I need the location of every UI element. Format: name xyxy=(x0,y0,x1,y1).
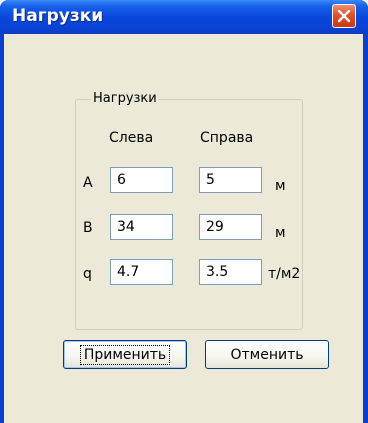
row-label-q: q xyxy=(83,266,92,282)
row-unit-b: м xyxy=(275,225,286,241)
q-left-input[interactable] xyxy=(110,259,173,285)
window-title: Нагрузки xyxy=(12,6,104,26)
title-bar[interactable]: Нагрузки xyxy=(0,0,368,34)
close-icon xyxy=(337,9,351,23)
dialog-window: Нагрузки Нагрузки Слева Справа A м B м q… xyxy=(0,0,368,423)
column-header-left: Слева xyxy=(109,130,154,146)
row-unit-q: т/м2 xyxy=(268,266,301,282)
column-header-right: Справа xyxy=(200,130,254,146)
apply-button[interactable]: Применить xyxy=(63,340,187,369)
a-left-input[interactable] xyxy=(110,167,173,193)
close-button[interactable] xyxy=(332,4,356,28)
row-unit-a: м xyxy=(275,178,286,194)
b-right-input[interactable] xyxy=(199,214,262,240)
a-right-input[interactable] xyxy=(199,167,262,193)
b-left-input[interactable] xyxy=(110,214,173,240)
groupbox-legend: Нагрузки xyxy=(91,91,159,106)
apply-button-label: Применить xyxy=(79,344,171,365)
dialog-client-area: Нагрузки Слева Справа A м B м q т/м2 При… xyxy=(4,34,363,423)
row-label-a: A xyxy=(83,175,93,191)
cancel-button[interactable]: Отменить xyxy=(205,340,329,369)
cancel-button-label: Отменить xyxy=(230,346,304,363)
row-label-b: B xyxy=(83,220,93,236)
q-right-input[interactable] xyxy=(199,259,262,285)
